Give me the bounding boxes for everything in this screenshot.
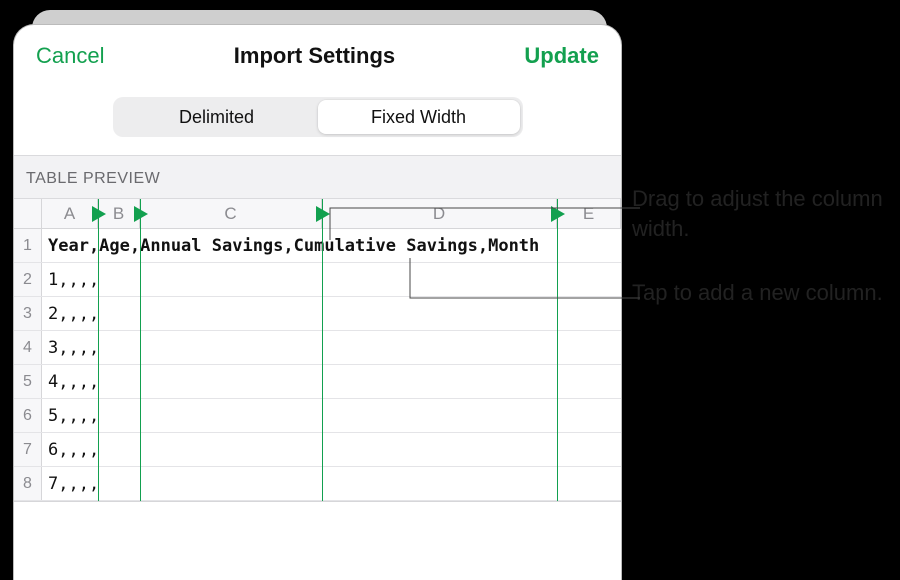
leader-lines [0,0,900,580]
